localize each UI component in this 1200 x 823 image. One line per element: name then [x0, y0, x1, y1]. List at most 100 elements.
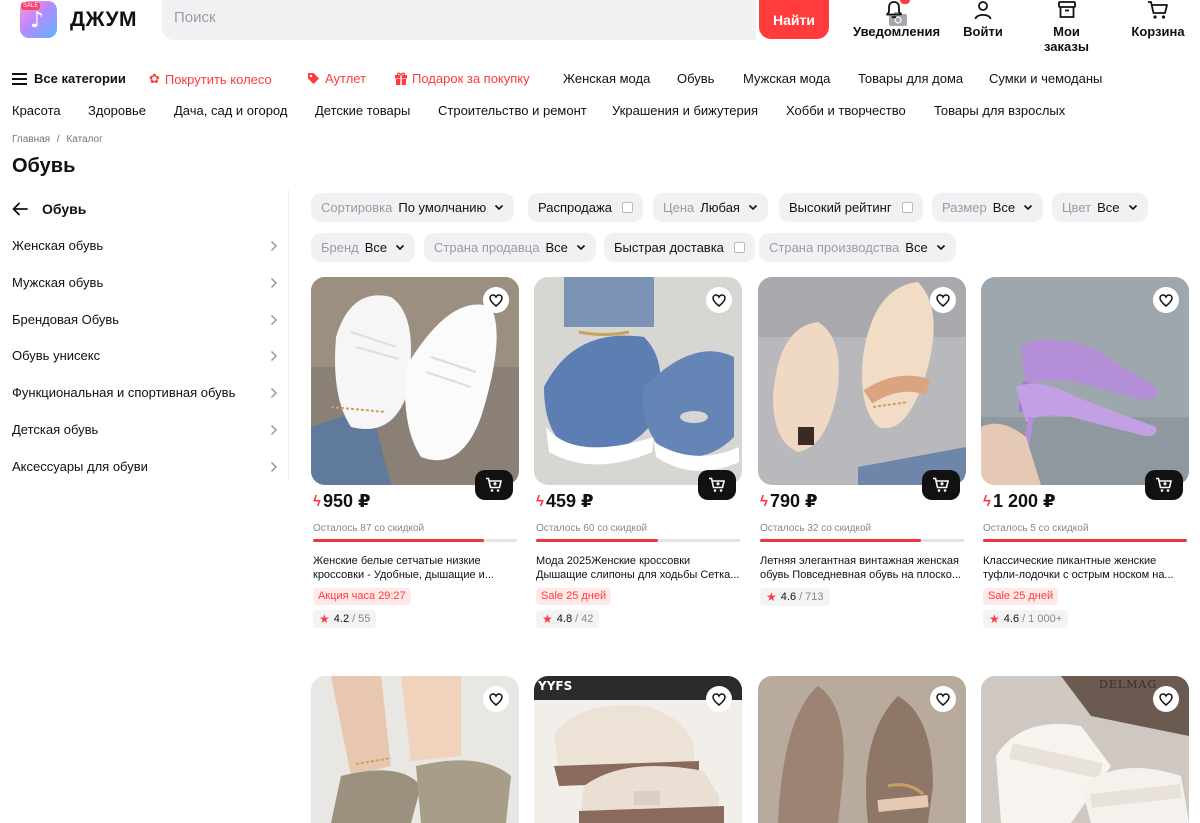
breadcrumb: Главная / Каталог	[12, 134, 103, 145]
chevron-down-icon	[495, 204, 504, 211]
high-rating-filter[interactable]: Высокий рейтинг	[779, 193, 923, 222]
nav-home-goods[interactable]: Товары для дома	[858, 71, 963, 86]
stock-remaining: Осталось 87 со скидкой	[313, 523, 425, 534]
product-image-taupe-flats[interactable]	[758, 676, 966, 823]
nav-health[interactable]: Здоровье	[88, 103, 146, 118]
orders-button[interactable]: Мои заказы	[1029, 0, 1104, 54]
color-filter[interactable]: Цвет Все	[1052, 193, 1148, 222]
sidebar-item-unisex-shoes[interactable]: Обувь унисекс	[12, 347, 278, 384]
search-button[interactable]: Найти	[759, 0, 829, 39]
header: SALE ♪ ДЖУМ Найти Уведомления Войти	[0, 0, 1200, 60]
sidebar-item-brand-shoes[interactable]: Брендовая Обувь	[12, 311, 278, 348]
all-categories-button[interactable]: Все категории	[12, 71, 126, 86]
nav-hobby[interactable]: Хобби и творчество	[786, 103, 906, 118]
menu-icon	[12, 72, 27, 85]
chevron-down-icon	[576, 244, 585, 251]
cart-button[interactable]: Корзина	[1130, 0, 1186, 39]
sidebar-item-womens-shoes[interactable]: Женская обувь	[12, 237, 278, 274]
brand-filter[interactable]: Бренд Все	[311, 233, 416, 262]
breadcrumb-home[interactable]: Главная	[12, 134, 50, 145]
nav-garden[interactable]: Дача, сад и огород	[174, 103, 287, 118]
search-bar	[162, 0, 907, 40]
product-image-sandals-platform[interactable]	[311, 676, 519, 823]
add-to-cart-button[interactable]	[922, 470, 960, 500]
nav-jewelry[interactable]: Украшения и бижутерия	[612, 103, 758, 118]
favorite-button[interactable]	[706, 686, 732, 712]
nav-bags[interactable]: Сумки и чемоданы	[989, 71, 1102, 86]
checkbox[interactable]	[901, 202, 913, 213]
nav-kids[interactable]: Детские товары	[315, 103, 410, 118]
promo-badge: Sale 25 дней	[536, 588, 612, 605]
sidebar-item-label: Детская обувь	[12, 421, 99, 437]
nav-spin-wheel[interactable]: ✿ Покрутить колесо	[149, 71, 272, 87]
favorite-button[interactable]	[483, 686, 509, 712]
nav-gift[interactable]: Подарок за покупку	[395, 71, 530, 86]
sidebar-item-label: Обувь унисекс	[12, 348, 101, 364]
product-rating: ★ 4.2 / 55	[313, 610, 377, 628]
product-title[interactable]: Мода 2025Женские кроссовки Дышащие слипо…	[536, 554, 740, 582]
price-value: 459 ₽	[545, 491, 594, 511]
search-input[interactable]	[174, 9, 714, 26]
price-filter[interactable]: Цена Любая	[653, 193, 768, 222]
chevron-right-icon	[270, 314, 278, 325]
nav-outlet[interactable]: Аутлет	[307, 71, 366, 86]
product-title[interactable]: Женские белые сетчатые низкие кроссовки …	[313, 554, 517, 582]
product-price: ϟ 1 200 ₽	[983, 491, 1056, 512]
logo-text[interactable]: ДЖУМ	[70, 8, 137, 32]
heart-icon	[936, 692, 950, 706]
box-icon	[1057, 1, 1076, 18]
seller-country-filter[interactable]: Страна продавца Все	[424, 233, 596, 262]
logo-icon[interactable]: SALE ♪	[20, 1, 57, 38]
product-image-blue-slipons[interactable]	[534, 277, 742, 485]
nav-beauty[interactable]: Красота	[12, 103, 61, 118]
heart-icon	[712, 293, 726, 307]
sale-filter[interactable]: Распродажа	[528, 193, 643, 222]
sidebar-item-shoe-accessories[interactable]: Аксессуары для обуви	[12, 458, 278, 495]
sidebar-item-kids-shoes[interactable]: Детская обувь	[12, 421, 278, 458]
nav-construction[interactable]: Строительство и ремонт	[438, 103, 587, 118]
fast-delivery-filter[interactable]: Быстрая доставка	[604, 233, 755, 262]
sort-filter[interactable]: Сортировка По умолчанию	[311, 193, 515, 222]
sidebar-back-button[interactable]: Обувь	[12, 201, 86, 217]
arrow-left-icon	[12, 202, 28, 216]
sidebar-back-label: Обувь	[42, 201, 87, 217]
product-image-beige-flats[interactable]	[758, 277, 966, 485]
nav-adult[interactable]: Товары для взрослых	[934, 103, 1065, 118]
checkbox[interactable]	[621, 202, 633, 213]
rating-value: 4.6	[780, 591, 797, 603]
rating-value: 4.2	[333, 613, 350, 625]
product-title-line: обувь Повседневная обувь на плоско...	[760, 569, 961, 581]
add-to-cart-button[interactable]	[1145, 470, 1183, 500]
sidebar-item-mens-shoes[interactable]: Мужская обувь	[12, 274, 278, 311]
product-image-beige-sneakers[interactable]: YYFS	[534, 676, 742, 823]
notifications-button[interactable]: Уведомления	[853, 0, 940, 39]
product-title-line: Мода 2025Женские кроссовки	[536, 555, 691, 567]
favorite-button[interactable]	[930, 686, 956, 712]
made-in-filter[interactable]: Страна производства Все	[759, 233, 956, 262]
nav-mens-fashion[interactable]: Мужская мода	[743, 71, 830, 86]
product-image-white-sneakers[interactable]	[311, 277, 519, 485]
star-icon: ★	[989, 612, 1000, 626]
breadcrumb-catalog[interactable]: Каталог	[66, 134, 102, 145]
product-image-white-slides[interactable]: DELMAG	[981, 676, 1189, 823]
sidebar-item-sport-shoes[interactable]: Функциональная и спортивная обувь	[12, 384, 278, 421]
nav-shoes[interactable]: Обувь	[677, 71, 714, 86]
add-to-cart-button[interactable]	[475, 470, 513, 500]
product-title[interactable]: Классические пикантные женские туфли-лод…	[983, 554, 1187, 582]
stock-progress-bar	[536, 539, 740, 542]
favorite-button[interactable]	[1153, 686, 1179, 712]
add-to-cart-button[interactable]	[698, 470, 736, 500]
product-title[interactable]: Летняя элегантная винтажная женская обув…	[760, 554, 964, 582]
favorite-button[interactable]	[483, 287, 509, 313]
favorite-button[interactable]	[930, 287, 956, 313]
chevron-right-icon	[270, 277, 278, 288]
nav-womens-fashion[interactable]: Женская мода	[563, 71, 650, 86]
breadcrumb-separator: /	[56, 134, 60, 145]
checkbox[interactable]	[733, 242, 745, 253]
promo-badge: Sale 25 дней	[983, 588, 1059, 605]
product-image-lilac-pumps[interactable]	[981, 277, 1189, 485]
favorite-button[interactable]	[706, 287, 732, 313]
favorite-button[interactable]	[1153, 287, 1179, 313]
login-button[interactable]: Войти	[961, 0, 1005, 39]
size-filter[interactable]: Размер Все	[932, 193, 1044, 222]
